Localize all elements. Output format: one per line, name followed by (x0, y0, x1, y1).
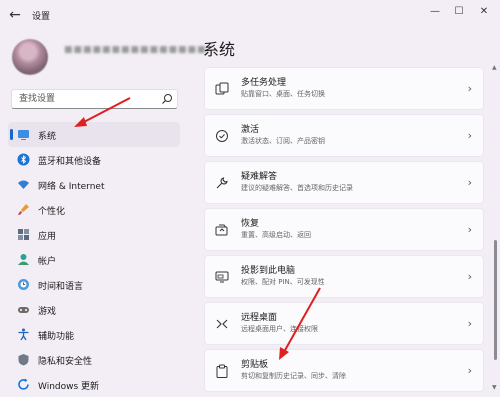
sidebar-item-label: Windows 更新 (38, 382, 100, 392)
chevron-right-icon: › (467, 270, 472, 283)
remote-desktop-icon (216, 319, 228, 329)
card-subtitle: 剪切和复制历史记录、同步、清除 (241, 372, 346, 380)
sidebar-nav: 系统 蓝牙和其他设备 网络 & Internet 个性化 应用 帐户 时间和语言… (8, 122, 180, 397)
sidebar-item-apps[interactable]: 应用 (8, 222, 180, 247)
project-icon (215, 271, 229, 283)
card-clipboard[interactable]: 剪贴板 剪切和复制历史记录、同步、清除 › (204, 349, 484, 392)
card-subtitle: 权限、配对 PIN、可发现性 (241, 278, 325, 286)
chevron-right-icon: › (467, 223, 472, 236)
search-box[interactable] (11, 89, 178, 109)
sidebar-item-label: 辅助功能 (38, 332, 75, 342)
activation-check-icon (216, 130, 228, 142)
sidebar-item-time-language[interactable]: 时间和语言 (8, 272, 180, 297)
card-subtitle: 贴靠窗口、桌面、任务切换 (241, 90, 325, 98)
card-activation[interactable]: 激活 激活状态、订阅、产品密钥 › (204, 114, 484, 157)
brush-icon (18, 204, 29, 215)
back-arrow-icon[interactable]: ← (6, 6, 24, 24)
sidebar-item-system[interactable]: 系统 (8, 122, 180, 147)
chevron-right-icon: › (467, 364, 472, 377)
sidebar-item-label: 个性化 (38, 207, 66, 217)
bluetooth-icon (17, 153, 30, 166)
minimize-button[interactable]: — (424, 3, 446, 21)
sidebar-item-windows-update[interactable]: Windows 更新 (8, 372, 180, 397)
user-name: ■■■■■■■■■■■■■■■ (64, 45, 207, 55)
card-multitasking[interactable]: 多任务处理 贴靠窗口、桌面、任务切换 › (204, 67, 484, 110)
title-bar: ← 设置 — ☐ ✕ (0, 0, 500, 30)
search-input[interactable] (19, 92, 159, 106)
card-title: 疑难解答 (241, 172, 278, 182)
sidebar-item-label: 帐户 (38, 257, 57, 267)
card-title: 远程桌面 (241, 313, 278, 323)
card-recovery[interactable]: 恢复 重置、高级启动、返回 › (204, 208, 484, 251)
scrollbar-thumb[interactable] (494, 240, 497, 360)
window-title: 设置 (32, 12, 51, 22)
person-icon (18, 254, 29, 265)
apps-icon (18, 229, 29, 240)
sidebar-item-label: 应用 (38, 232, 57, 242)
multitasking-icon (215, 82, 229, 95)
sidebar-item-label: 隐私和安全性 (38, 357, 93, 367)
search-icon[interactable] (161, 93, 173, 105)
card-subtitle: 远程桌面用户、连接权限 (241, 325, 318, 333)
wifi-icon (18, 180, 29, 189)
sidebar-item-accessibility[interactable]: 辅助功能 (8, 322, 180, 347)
monitor-icon (18, 130, 29, 140)
recovery-icon (215, 224, 228, 236)
card-title: 激活 (241, 125, 260, 135)
card-subtitle: 激活状态、订阅、产品密钥 (241, 137, 325, 145)
chevron-right-icon: › (467, 129, 472, 142)
maximize-button[interactable]: ☐ (448, 3, 470, 21)
sidebar-item-privacy[interactable]: 隐私和安全性 (8, 347, 180, 372)
card-title: 恢复 (241, 219, 260, 229)
chevron-right-icon: › (467, 82, 472, 95)
sidebar-item-label: 蓝牙和其他设备 (38, 157, 102, 167)
sidebar-item-label: 系统 (38, 132, 57, 142)
sidebar-item-network[interactable]: 网络 & Internet (8, 172, 180, 197)
close-button[interactable]: ✕ (473, 3, 495, 21)
globe-clock-icon (18, 279, 29, 290)
card-title: 投影到此电脑 (241, 266, 296, 276)
accessibility-icon (18, 328, 29, 341)
wrench-icon (216, 177, 228, 189)
card-title: 多任务处理 (241, 78, 287, 88)
chevron-right-icon: › (467, 176, 472, 189)
sidebar-item-bluetooth[interactable]: 蓝牙和其他设备 (8, 147, 180, 172)
chevron-right-icon: › (467, 317, 472, 330)
sidebar-item-label: 网络 & Internet (38, 182, 105, 192)
shield-icon (18, 354, 29, 366)
sidebar-item-accounts[interactable]: 帐户 (8, 247, 180, 272)
avatar (12, 39, 48, 75)
card-remote-desktop[interactable]: 远程桌面 远程桌面用户、连接权限 › (204, 302, 484, 345)
gamepad-icon (18, 307, 29, 313)
page-title: 系统 (203, 40, 236, 59)
scroll-up-arrow-icon[interactable]: ▲ (492, 64, 497, 71)
card-troubleshoot[interactable]: 疑难解答 建议的疑难解答、首选项和历史记录 › (204, 161, 484, 204)
sidebar-item-label: 游戏 (38, 307, 57, 317)
sidebar-item-personalization[interactable]: 个性化 (8, 197, 180, 222)
sidebar-item-label: 时间和语言 (38, 282, 84, 292)
sidebar-item-gaming[interactable]: 游戏 (8, 297, 180, 322)
card-subtitle: 建议的疑难解答、首选项和历史记录 (241, 184, 353, 192)
clipboard-icon (216, 364, 228, 378)
card-project-to-pc[interactable]: 投影到此电脑 权限、配对 PIN、可发现性 › (204, 255, 484, 298)
card-title: 剪贴板 (241, 360, 269, 370)
user-profile[interactable]: ■■■■■■■■■■■■■■■ (8, 36, 206, 78)
active-indicator (10, 129, 13, 140)
settings-list: 多任务处理 贴靠窗口、桌面、任务切换 › 激活 激活状态、订阅、产品密钥 › 疑… (204, 67, 484, 396)
scroll-down-arrow-icon[interactable]: ▼ (492, 384, 497, 391)
windows-update-icon (18, 378, 29, 390)
card-subtitle: 重置、高级启动、返回 (241, 231, 311, 239)
